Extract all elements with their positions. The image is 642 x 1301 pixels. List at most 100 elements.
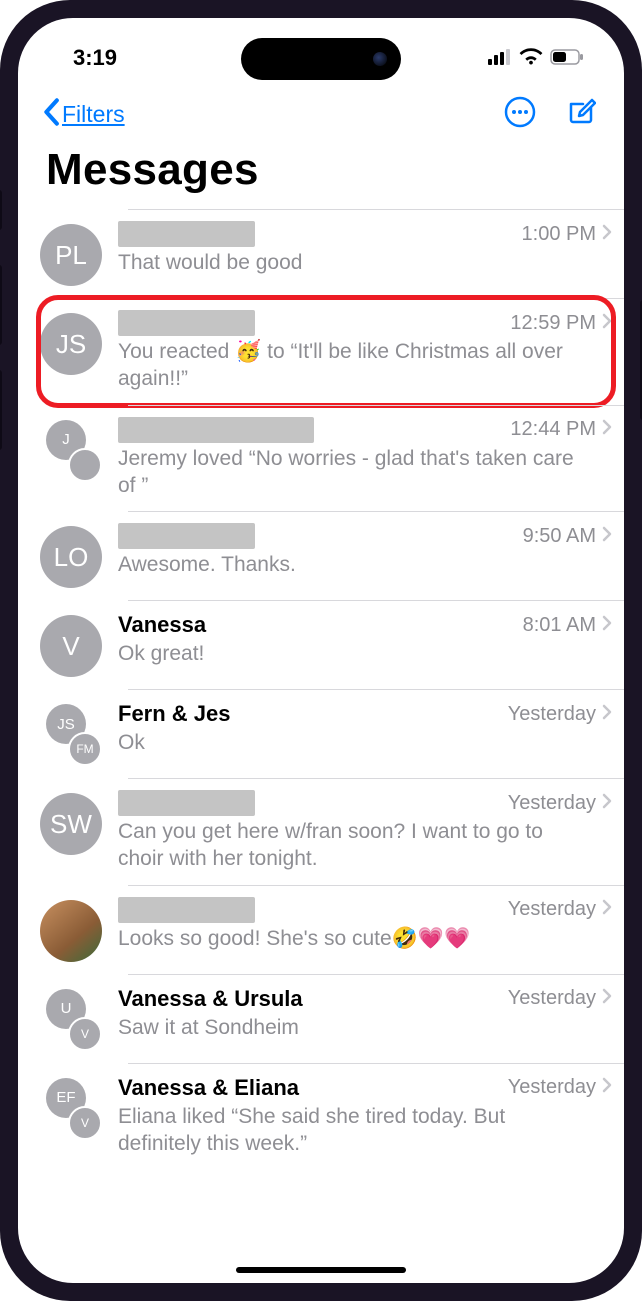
avatar: LO	[40, 526, 102, 588]
front-camera	[373, 52, 387, 66]
row-meta: 12:44 PM	[510, 418, 612, 441]
compose-button[interactable]	[566, 97, 596, 132]
avatar: V	[68, 1017, 102, 1051]
chevron-right-icon	[602, 703, 612, 726]
chevron-right-icon	[602, 792, 612, 815]
avatar: PL	[40, 224, 102, 286]
avatar: JS	[40, 313, 102, 375]
chevron-left-icon	[42, 98, 60, 132]
volume-up-button	[0, 265, 2, 345]
row-body: ████ & ██████12:44 PMJeremy loved “No wo…	[118, 417, 612, 500]
row-header: ████████9:50 AM	[118, 523, 612, 549]
divider	[128, 298, 624, 299]
battery-icon	[550, 45, 584, 71]
row-body: Vanessa & Eliana Yesterday Eliana liked “S…	[118, 1075, 612, 1158]
divider	[128, 1063, 624, 1064]
chevron-right-icon	[602, 987, 612, 1010]
conversation-list: PL████████1:00 PMThat would be goodJS███…	[18, 209, 624, 1169]
conversation-name: ████████	[118, 310, 255, 336]
avatar: V	[40, 615, 102, 677]
conversation-row[interactable]: LO ████████9:50 AMAwesome. Thanks.	[18, 511, 624, 600]
chevron-right-icon	[602, 898, 612, 921]
dynamic-island	[241, 38, 401, 80]
row-body: ████████ Yesterday Looks so good! She's so…	[118, 897, 612, 952]
chevron-right-icon	[602, 312, 612, 335]
message-preview: Awesome. Thanks.	[118, 551, 612, 578]
timestamp: Yesterday	[508, 987, 596, 1010]
row-meta: Yesterday	[508, 703, 612, 726]
timestamp: Yesterday	[508, 1076, 596, 1099]
row-header: ████████ Yesterday	[118, 790, 612, 816]
row-body: Vanessa8:01 AMOk great!	[118, 612, 612, 667]
conversation-name: Vanessa & Eliana	[118, 1075, 299, 1101]
home-indicator	[236, 1267, 406, 1273]
divider	[128, 885, 624, 886]
avatar: FM	[68, 732, 102, 766]
timestamp: Yesterday	[508, 898, 596, 921]
conversation-row[interactable]: JSFMFern & JesYesterdayOk	[18, 689, 624, 778]
timestamp: 12:44 PM	[510, 418, 596, 441]
divider	[128, 600, 624, 601]
message-preview: Looks so good! She's so cute🤣💗💗	[118, 925, 612, 952]
message-preview: Eliana liked “She said she tired today. …	[118, 1103, 612, 1158]
page-title: Messages	[18, 141, 624, 209]
row-header: Vanessa & Ursula Yesterday	[118, 986, 612, 1012]
back-button[interactable]: Filters	[42, 98, 125, 132]
timestamp: 8:01 AM	[523, 614, 596, 637]
conversation-row[interactable]: EFVVanessa & ElianaYesterdayEliana liked…	[18, 1063, 624, 1170]
conversation-row[interactable]: JS████████12:59 PMYou reacted 🥳 to “It'l…	[18, 298, 624, 405]
row-body: ████████1:00 PMThat would be good	[118, 221, 612, 276]
conversation-row[interactable]: SW ████████ Yesterday Can you get here w/fr…	[18, 778, 624, 885]
wifi-icon	[519, 45, 543, 71]
conversation-row[interactable]: ████████ Yesterday Looks so good! She's so…	[18, 885, 624, 974]
chevron-right-icon	[602, 418, 612, 441]
more-button[interactable]	[504, 96, 536, 133]
chevron-right-icon	[602, 1076, 612, 1099]
row-body: ████████ Yesterday Can you get here w/fran…	[118, 790, 612, 873]
conversation-row[interactable]: UV Vanessa & Ursula Yesterday Saw it at Son…	[18, 974, 624, 1063]
avatar: V	[68, 1106, 102, 1140]
conversation-name: Vanessa	[118, 612, 206, 638]
divider	[128, 511, 624, 512]
chevron-right-icon	[602, 614, 612, 637]
chevron-right-icon	[602, 525, 612, 548]
divider	[128, 974, 624, 975]
status-time: 3:19	[73, 45, 117, 71]
timestamp: 12:59 PM	[510, 312, 596, 335]
avatar-group: JSFM	[40, 704, 102, 766]
row-body: ████████12:59 PMYou reacted 🥳 to “It'll …	[118, 310, 612, 393]
conversation-name: ████████	[118, 790, 255, 816]
device-frame: 3:19 Filters	[0, 0, 642, 1301]
row-header: ████████1:00 PM	[118, 221, 612, 247]
avatar: SW	[40, 793, 102, 855]
conversation-row[interactable]: PL ████████1:00 PMThat would be good	[18, 209, 624, 298]
cellular-icon	[488, 45, 512, 71]
timestamp: Yesterday	[508, 703, 596, 726]
row-meta: Yesterday	[508, 987, 612, 1010]
message-preview: That would be good	[118, 249, 612, 276]
message-preview: Can you get here w/fran soon? I want to …	[118, 818, 612, 873]
timestamp: Yesterday	[508, 792, 596, 815]
nav-bar: Filters	[18, 78, 624, 141]
divider	[128, 689, 624, 690]
conversation-name: ████████	[118, 523, 255, 549]
conversation-name: ████████	[118, 897, 255, 923]
avatar-group: UV	[40, 989, 102, 1051]
divider	[128, 778, 624, 779]
message-preview: Saw it at Sondheim	[118, 1014, 612, 1041]
row-body: ████████9:50 AMAwesome. Thanks.	[118, 523, 612, 578]
mute-switch	[0, 190, 2, 230]
row-meta: Yesterday	[508, 792, 612, 815]
row-header: Vanessa 8:01 AM	[118, 612, 612, 638]
row-meta: 12:59 PM	[510, 312, 612, 335]
row-meta: 8:01 AM	[523, 614, 612, 637]
row-header: Vanessa & Eliana Yesterday	[118, 1075, 612, 1101]
conversation-row[interactable]: J████ & ██████12:44 PMJeremy loved “No w…	[18, 405, 624, 512]
divider	[128, 209, 624, 210]
volume-down-button	[0, 370, 2, 450]
row-body: Vanessa & Ursula Yesterday Saw it at Sondh…	[118, 986, 612, 1041]
conversation-name: Vanessa & Ursula	[118, 986, 303, 1012]
message-preview: Jeremy loved “No worries - glad that's t…	[118, 445, 612, 500]
timestamp: 1:00 PM	[522, 223, 596, 246]
conversation-row[interactable]: VVanessa8:01 AMOk great!	[18, 600, 624, 689]
